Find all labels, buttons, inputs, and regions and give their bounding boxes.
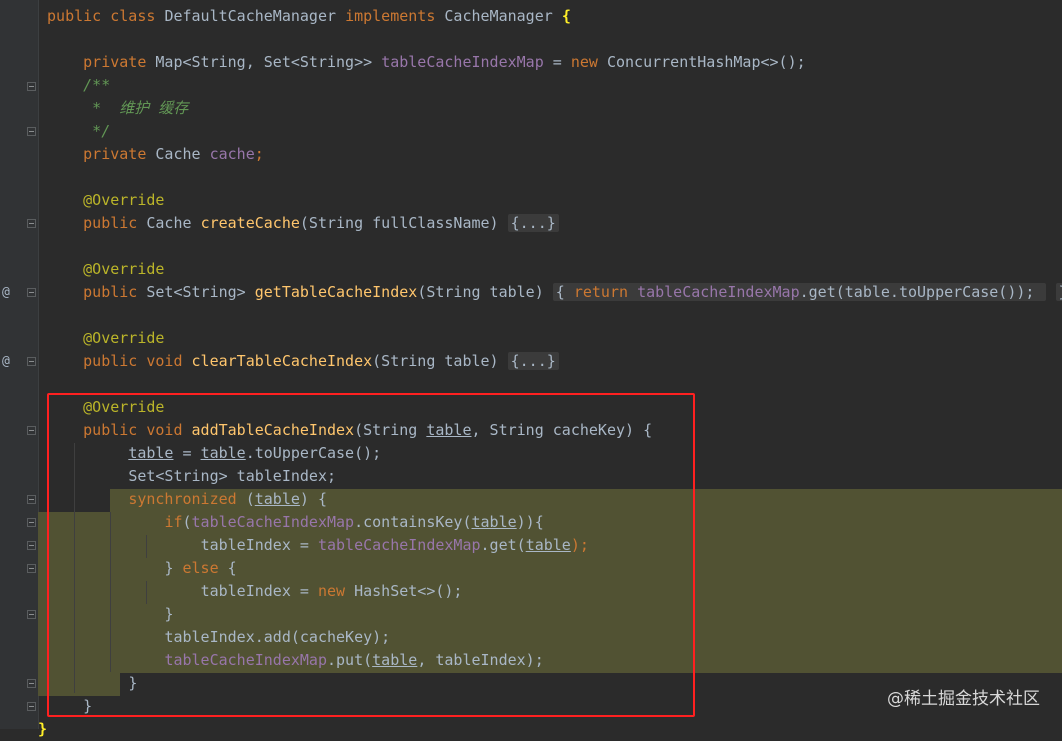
expression: .get(table.toUpperCase());	[800, 283, 1044, 301]
code-line-class-decl: public class DefaultCacheManager impleme…	[38, 5, 1062, 28]
keyword: new	[571, 53, 607, 71]
field-name: tableCacheIndexMap	[637, 283, 800, 301]
method-name: getTableCacheIndex	[255, 283, 418, 301]
operator: =	[544, 53, 571, 71]
fold-marker[interactable]	[27, 679, 36, 688]
implements-marker-icon[interactable]: @	[2, 285, 10, 300]
folded-body[interactable]: {...}	[508, 214, 559, 232]
fold-marker[interactable]	[27, 426, 36, 435]
fold-marker[interactable]	[27, 219, 36, 228]
code-line-override: @Override	[38, 258, 1062, 281]
code-line-clear-table-cache-index: public void clearTableCacheIndex(String …	[38, 350, 1062, 373]
params: (String fullClassName)	[300, 214, 508, 232]
code-line-override: @Override	[38, 327, 1062, 350]
folded-body[interactable]: {...}	[508, 352, 559, 370]
highlight-box	[47, 393, 695, 717]
fold-marker[interactable]	[27, 82, 36, 91]
code-line-get-table-cache-index: public Set<String> getTableCacheIndex(St…	[38, 281, 1062, 304]
code-line-comment-close: */	[38, 120, 1062, 143]
comment: /**	[83, 76, 110, 94]
code-line-override: @Override	[38, 189, 1062, 212]
code-line-field2: private Cache cache;	[38, 143, 1062, 166]
fold-marker[interactable]	[27, 702, 36, 711]
fold-marker[interactable]	[27, 541, 36, 550]
fold-marker[interactable]	[27, 288, 36, 297]
fold-marker[interactable]	[27, 518, 36, 527]
watermark: @稀土掘金技术社区	[887, 684, 1040, 709]
keyword: public	[83, 283, 146, 301]
fold-marker[interactable]	[27, 564, 36, 573]
params: (String table)	[372, 352, 507, 370]
params: (String table)	[417, 283, 552, 301]
code-line-comment-body: * 维护 缓存	[38, 97, 1062, 120]
code-line-class-end: }	[38, 718, 1062, 741]
brace: }	[38, 720, 47, 738]
brace: }	[1056, 283, 1062, 301]
keyword: public	[83, 214, 146, 232]
type: Map<String, Set<String>>	[155, 53, 381, 71]
code-line-comment-open: /**	[38, 74, 1062, 97]
type: Cache	[155, 145, 209, 163]
keyword: implements	[345, 7, 444, 25]
expression: ConcurrentHashMap<>();	[607, 53, 806, 71]
fold-marker[interactable]	[27, 495, 36, 504]
annotation: @Override	[83, 260, 164, 278]
method-name: clearTableCacheIndex	[192, 352, 373, 370]
method-name: createCache	[201, 214, 300, 232]
semicolon: ;	[255, 145, 264, 163]
fold-marker[interactable]	[27, 357, 36, 366]
brace: {	[556, 283, 574, 301]
code-line-field1: private Map<String, Set<String>> tableCa…	[38, 51, 1062, 74]
keyword: private	[83, 53, 155, 71]
keyword: public void	[83, 352, 191, 370]
interface-name: CacheManager	[444, 7, 561, 25]
type: Cache	[146, 214, 200, 232]
annotation: @Override	[83, 191, 164, 209]
type: Set<String>	[146, 283, 254, 301]
keyword: private	[83, 145, 155, 163]
keyword: return	[574, 283, 637, 301]
class-name: DefaultCacheManager	[164, 7, 345, 25]
field-name: tableCacheIndexMap	[381, 53, 544, 71]
comment: * 维护 缓存	[83, 99, 188, 117]
annotation: @Override	[83, 329, 164, 347]
code-line-create-cache: public Cache createCache(String fullClas…	[38, 212, 1062, 235]
fold-marker[interactable]	[27, 610, 36, 619]
keyword: public class	[47, 7, 164, 25]
folded-body[interactable]: { return tableCacheIndexMap.get(table.to…	[553, 283, 1047, 301]
comment: */	[83, 122, 110, 140]
field-name: cache	[210, 145, 255, 163]
fold-marker[interactable]	[27, 127, 36, 136]
brace: {	[562, 7, 571, 25]
implements-marker-icon[interactable]: @	[2, 354, 10, 369]
